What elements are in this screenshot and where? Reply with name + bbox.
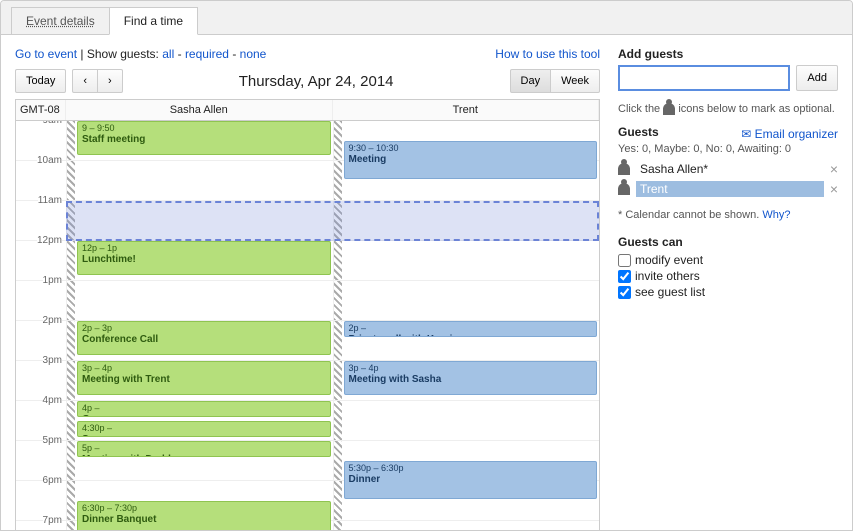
- permission-row[interactable]: invite others: [618, 269, 838, 283]
- calendar-find-time-window: Event details Find a time Go to event | …: [0, 0, 853, 531]
- week-button[interactable]: Week: [551, 69, 600, 93]
- permission-label: invite others: [635, 269, 700, 283]
- column-head-1: Trent: [333, 100, 600, 120]
- calendar-body[interactable]: 9am10am11am12pm1pm2pm3pm4pm5pm6pm7pm 9 –…: [16, 121, 599, 531]
- timezone-cell: GMT-08: [16, 100, 66, 120]
- guest-name[interactable]: Sasha Allen*: [636, 161, 824, 177]
- calendar-event[interactable]: 5p – Meeting with Dodd: [77, 441, 331, 457]
- person-icon[interactable]: [618, 163, 630, 175]
- guest-row[interactable]: Trent ×: [618, 179, 838, 199]
- person-icon[interactable]: [618, 183, 630, 195]
- filter-all[interactable]: all: [162, 47, 174, 61]
- rsvp-counts: Yes: 0, Maybe: 0, No: 0, Awaiting: 0: [618, 143, 838, 155]
- tab-event-details[interactable]: Event details: [11, 7, 110, 34]
- permission-row[interactable]: see guest list: [618, 285, 838, 299]
- day-columns: 9 – 9:50Staff meeting 12p – 1pLunchtime! 2…: [66, 121, 599, 531]
- permission-checkbox[interactable]: [618, 286, 631, 299]
- day-button[interactable]: Day: [510, 69, 552, 93]
- permission-checkbox[interactable]: [618, 270, 631, 283]
- today-button[interactable]: Today: [15, 69, 66, 93]
- calendar-event[interactable]: 4p – Gym: [77, 401, 331, 417]
- optional-hint: Click the icons below to mark as optiona…: [618, 103, 838, 115]
- email-organizer-link[interactable]: Email organizer: [755, 127, 838, 141]
- show-guests-label: Show guests:: [87, 47, 159, 61]
- permission-checkbox[interactable]: [618, 254, 631, 267]
- how-to-use-link[interactable]: How to use this tool: [495, 47, 600, 61]
- guests-can-heading: Guests can: [618, 235, 838, 249]
- calendar: GMT-08 Sasha Allen Trent 9am10am11am12pm…: [15, 99, 600, 531]
- calendar-header: GMT-08 Sasha Allen Trent: [16, 100, 599, 121]
- calendar-event[interactable]: 6:30p – 7:30pDinner Banquet: [77, 501, 331, 531]
- column-head-0: Sasha Allen: [66, 100, 333, 120]
- controls-row: Today ‹ › Thursday, Apr 24, 2014 Day Wee…: [15, 69, 600, 93]
- left-pane: Go to event | Show guests: all - require…: [15, 47, 600, 531]
- hour-label: 7pm: [16, 521, 66, 531]
- calendar-event[interactable]: 2p – 3pConference Call: [77, 321, 331, 355]
- tabs: Event details Find a time: [1, 1, 852, 35]
- remove-guest-icon[interactable]: ×: [830, 161, 838, 177]
- calendar-event[interactable]: 12p – 1pLunchtime!: [77, 241, 331, 275]
- add-guests-heading: Add guests: [618, 47, 838, 61]
- nav-group: ‹ ›: [72, 69, 122, 93]
- user-column-1[interactable]: 9:30 – 10:30Meeting 2p – Private call wit…: [333, 121, 600, 531]
- permissions-list: modify event invite others see guest lis…: [618, 253, 838, 299]
- remove-guest-icon[interactable]: ×: [830, 181, 838, 197]
- view-group: Day Week: [510, 69, 600, 93]
- add-guest-input[interactable]: [618, 65, 790, 91]
- why-link[interactable]: Why?: [762, 209, 790, 221]
- calendar-event[interactable]: 9 – 9:50Staff meeting: [77, 121, 331, 155]
- permission-row[interactable]: modify event: [618, 253, 838, 267]
- calendar-event[interactable]: 2p – Private call with Kaori: [344, 321, 598, 337]
- permission-label: see guest list: [635, 285, 705, 299]
- main: Go to event | Show guests: all - require…: [1, 35, 852, 531]
- calendar-event[interactable]: 4:30p – Spa: [77, 421, 331, 437]
- calendar-footnote: * Calendar cannot be shown. Why?: [618, 209, 838, 221]
- guest-row[interactable]: Sasha Allen* ×: [618, 159, 838, 179]
- guest-name[interactable]: Trent: [636, 181, 824, 197]
- guest-list: Sasha Allen* × Trent ×: [618, 159, 838, 199]
- calendar-event[interactable]: 3p – 4pMeeting with Sasha: [344, 361, 598, 395]
- right-pane: Add guests Add Click the icons below to …: [618, 47, 838, 531]
- date-title: Thursday, Apr 24, 2014: [123, 73, 510, 90]
- filter-none[interactable]: none: [240, 47, 267, 61]
- calendar-event[interactable]: 3p – 4pMeeting with Trent: [77, 361, 331, 395]
- add-guest-button[interactable]: Add: [796, 65, 838, 91]
- guests-heading: Guests: [618, 125, 659, 139]
- filter-required[interactable]: required: [185, 47, 229, 61]
- time-column: 9am10am11am12pm1pm2pm3pm4pm5pm6pm7pm: [16, 121, 66, 531]
- go-to-event-link[interactable]: Go to event: [15, 47, 77, 61]
- next-button[interactable]: ›: [98, 69, 123, 93]
- user-column-0[interactable]: 9 – 9:50Staff meeting 12p – 1pLunchtime! 2…: [66, 121, 333, 531]
- envelope-icon: ✉: [741, 127, 751, 141]
- prev-button[interactable]: ‹: [72, 69, 98, 93]
- person-icon: [663, 103, 675, 115]
- calendar-event[interactable]: 9:30 – 10:30Meeting: [344, 141, 598, 179]
- tab-find-a-time[interactable]: Find a time: [109, 7, 198, 35]
- top-row: Go to event | Show guests: all - require…: [15, 47, 600, 61]
- calendar-event[interactable]: 5:30p – 6:30pDinner: [344, 461, 598, 499]
- permission-label: modify event: [635, 253, 703, 267]
